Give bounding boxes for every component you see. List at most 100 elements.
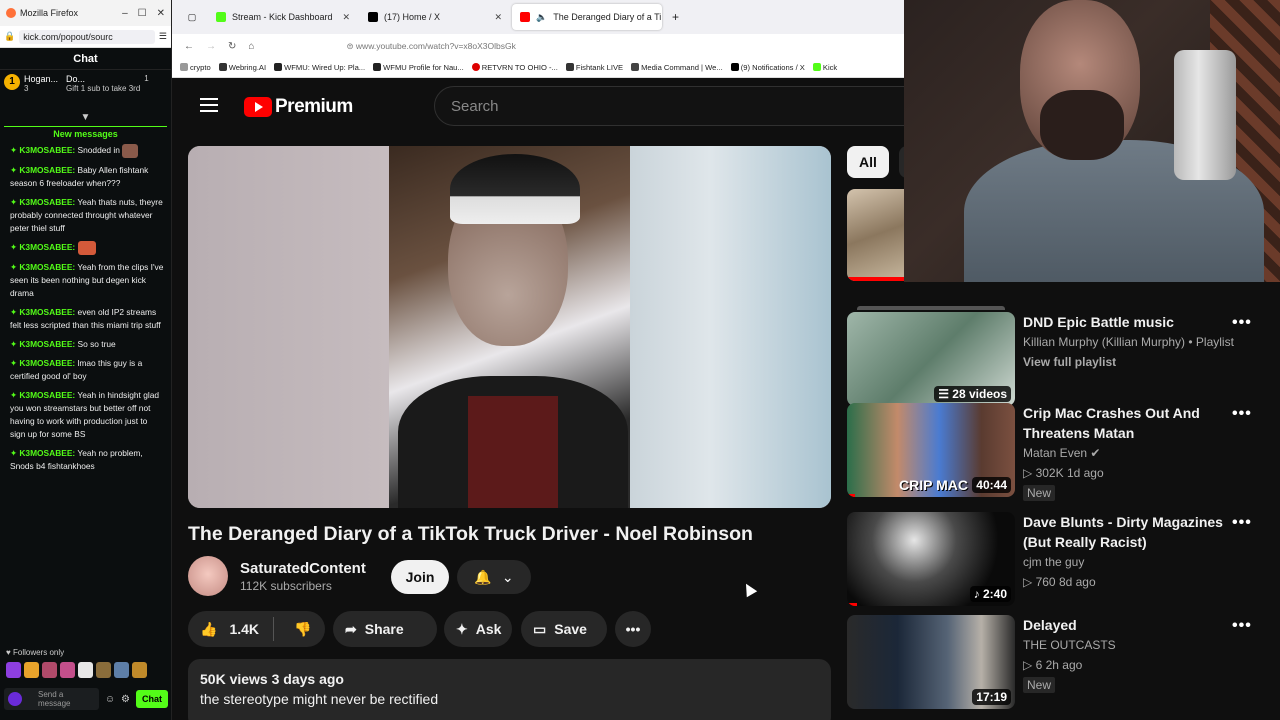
mic-icon[interactable] bbox=[8, 692, 22, 706]
address-bar[interactable]: ⊜ www.youtube.com/watch?v=x8oX3OlbsGk bbox=[346, 41, 515, 52]
emote-icon[interactable] bbox=[96, 662, 111, 678]
like-button[interactable]: 👍 1.4K bbox=[188, 617, 275, 641]
chat-username[interactable]: K3MOSABEE: bbox=[19, 339, 75, 349]
tab-kick-dashboard[interactable]: Stream - Kick Dashboard ✕ bbox=[208, 4, 358, 30]
x-favicon-icon bbox=[368, 12, 378, 22]
rec-menu-icon[interactable]: ••• bbox=[1232, 617, 1252, 635]
speaker-icon[interactable]: 🔈 bbox=[536, 12, 547, 23]
emote-icon[interactable] bbox=[78, 662, 93, 678]
scroll-down-icon[interactable]: ▼ bbox=[0, 112, 171, 124]
back-icon[interactable]: ← bbox=[184, 41, 194, 52]
rec-channel[interactable]: Killian Murphy (Killian Murphy) • Playli… bbox=[1023, 332, 1243, 352]
rec-views: 760 bbox=[1035, 575, 1056, 589]
gifter-sub-text: Gift 1 sub to take 3rd bbox=[66, 84, 141, 93]
tools-icon[interactable]: ☰ bbox=[159, 31, 167, 42]
bookmark-item[interactable]: Fishtank LIVE bbox=[565, 63, 623, 72]
rec-menu-icon[interactable]: ••• bbox=[1232, 405, 1252, 423]
forward-icon[interactable]: → bbox=[206, 41, 216, 52]
wfmu-icon bbox=[373, 63, 382, 71]
rec-title[interactable]: DND Epic Battle music bbox=[1023, 312, 1243, 332]
emote-icon[interactable] bbox=[132, 662, 147, 678]
chat-username[interactable]: K3MOSABEE: bbox=[19, 262, 75, 272]
rec-menu-icon[interactable]: ••• bbox=[1232, 514, 1252, 532]
new-messages-divider[interactable]: New messages bbox=[4, 126, 167, 142]
emote-picker-icon[interactable]: ☺ bbox=[105, 694, 115, 705]
emote-icon[interactable] bbox=[24, 662, 39, 678]
chat-url[interactable]: kick.com/popout/sourc bbox=[19, 29, 155, 44]
video-player[interactable] bbox=[188, 146, 831, 508]
gifter-1[interactable]: 1 Hogan... 3 bbox=[4, 74, 58, 108]
youtube-logo[interactable]: Premium bbox=[244, 96, 353, 118]
close-icon[interactable]: ✕ bbox=[157, 8, 165, 19]
tab-close-icon[interactable]: ✕ bbox=[342, 12, 350, 23]
chat-username[interactable]: K3MOSABEE: bbox=[19, 390, 75, 400]
chip-all[interactable]: All bbox=[847, 146, 889, 178]
tab-youtube-video[interactable]: 🔈 The Deranged Diary of a Ti ✕ bbox=[512, 4, 662, 30]
bookmark-label: Kick bbox=[822, 63, 838, 72]
bookmark-item[interactable]: Webring.AI bbox=[218, 63, 266, 72]
rec-title[interactable]: Dave Blunts - Dirty Magazines (But Reall… bbox=[1023, 512, 1243, 552]
chat-send-button[interactable]: Chat bbox=[136, 690, 168, 708]
bookmark-item[interactable]: WFMU: Wired Up: Pla... bbox=[274, 63, 365, 72]
bookmark-item[interactable]: crypto bbox=[180, 63, 211, 72]
tab-x-home[interactable]: (17) Home / X ✕ bbox=[360, 4, 510, 30]
maximize-icon[interactable]: ☐ bbox=[138, 8, 147, 19]
rec-thumbnail[interactable]: 17:19 bbox=[847, 615, 1015, 709]
description-box[interactable]: 50K views 3 days ago the stereotype migh… bbox=[188, 659, 831, 720]
ask-button[interactable]: ✦ Ask bbox=[444, 611, 512, 647]
sub-badge-icon: ✦ bbox=[10, 448, 20, 458]
emote-icon[interactable] bbox=[114, 662, 129, 678]
share-button[interactable]: ➦ Share bbox=[333, 611, 437, 647]
channel-avatar[interactable] bbox=[188, 556, 228, 596]
rec-thumbnail[interactable]: CRIP MAC 40:44 bbox=[847, 403, 1015, 497]
rec-menu-icon[interactable]: ••• bbox=[1232, 314, 1252, 332]
followers-only-notice: ♥ Followers only bbox=[6, 648, 65, 657]
chat-username[interactable]: K3MOSABEE: bbox=[19, 358, 75, 368]
emote-icon[interactable] bbox=[42, 662, 57, 678]
sub-badge-icon: ✦ bbox=[10, 390, 20, 400]
chat-username[interactable]: K3MOSABEE: bbox=[19, 307, 75, 317]
rec-channel[interactable]: Matan Even ✔ bbox=[1023, 443, 1243, 463]
channel-name[interactable]: SaturatedContent bbox=[240, 560, 366, 577]
rec-channel[interactable]: THE OUTCASTS bbox=[1023, 635, 1243, 655]
chat-username[interactable]: K3MOSABEE: bbox=[19, 448, 75, 458]
tab-close-icon[interactable]: ✕ bbox=[494, 12, 502, 23]
bookmark-item[interactable]: Media Command | We... bbox=[631, 63, 723, 72]
chat-message-input[interactable]: Send a message bbox=[4, 688, 99, 710]
bookmark-item[interactable]: WFMU Profile for Nau... bbox=[373, 63, 464, 72]
rec-thumbnail[interactable]: ♪ 2:40 bbox=[847, 512, 1015, 606]
rec-channel[interactable]: cjm the guy bbox=[1023, 552, 1243, 572]
chat-username[interactable]: K3MOSABEE: bbox=[19, 165, 75, 175]
settings-icon[interactable]: ⚙ bbox=[121, 694, 130, 705]
partial-thumbnail[interactable] bbox=[847, 189, 904, 281]
rec-thumbnail[interactable]: ☰ 28 videos bbox=[847, 312, 1015, 406]
tab-overview-icon[interactable]: ▢ bbox=[178, 12, 206, 23]
home-icon[interactable]: ⌂ bbox=[248, 41, 254, 52]
gifter-2[interactable]: Do... Gift 1 sub to take 3rd 1 bbox=[66, 74, 149, 108]
webcam-beard bbox=[1040, 90, 1124, 160]
chat-username[interactable]: K3MOSABEE: bbox=[19, 197, 75, 207]
site-info-icon[interactable]: ⊜ bbox=[346, 41, 355, 51]
chat-username[interactable]: K3MOSABEE: bbox=[19, 242, 75, 252]
join-button[interactable]: Join bbox=[391, 560, 449, 594]
save-button[interactable]: ▭ Save bbox=[521, 611, 607, 647]
bookmark-item[interactable]: (9) Notifications / X bbox=[730, 63, 805, 72]
new-tab-icon[interactable]: + bbox=[664, 10, 687, 24]
x-favicon-icon bbox=[730, 63, 739, 71]
reload-icon[interactable]: ↻ bbox=[228, 41, 236, 52]
rec-title[interactable]: Delayed bbox=[1023, 615, 1243, 635]
view-full-playlist-link[interactable]: View full playlist bbox=[1023, 352, 1243, 372]
bookmark-item[interactable]: RETVRN TO OHIO -... bbox=[471, 63, 558, 72]
chat-address-bar[interactable]: 🔒 kick.com/popout/sourc ☰ bbox=[0, 26, 171, 48]
chat-username[interactable]: K3MOSABEE: bbox=[19, 145, 75, 155]
menu-icon[interactable] bbox=[200, 98, 218, 112]
bookmark-item[interactable]: Kick bbox=[812, 63, 838, 72]
more-actions-button[interactable]: ••• bbox=[615, 611, 651, 647]
dislike-button[interactable]: 👎 bbox=[282, 621, 323, 638]
emote-icon[interactable] bbox=[60, 662, 75, 678]
minimize-icon[interactable]: – bbox=[122, 8, 128, 19]
notifications-button[interactable]: 🔔 ⌄ bbox=[457, 560, 531, 594]
emote-icon[interactable] bbox=[6, 662, 21, 678]
search-input[interactable]: Search bbox=[434, 86, 904, 126]
rec-title[interactable]: Crip Mac Crashes Out And Threatens Matan bbox=[1023, 403, 1243, 443]
